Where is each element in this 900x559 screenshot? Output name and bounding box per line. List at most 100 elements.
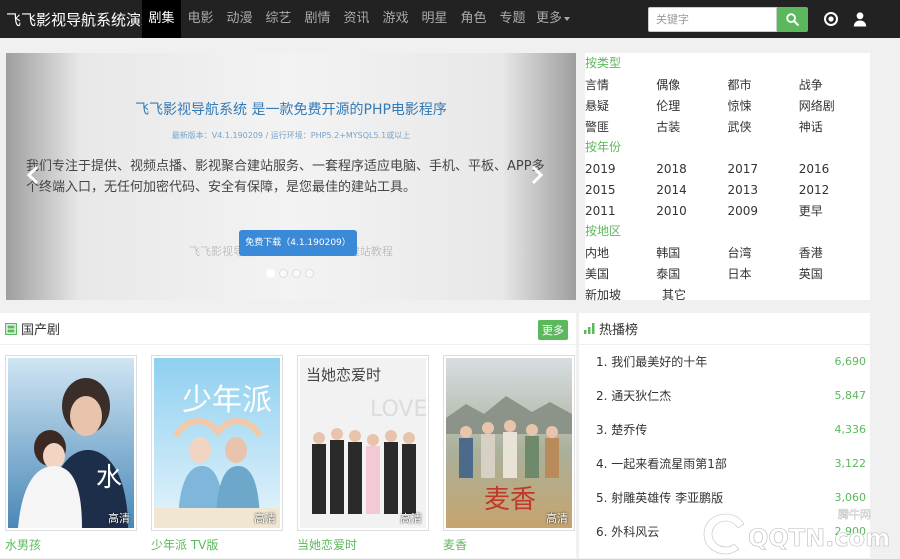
poster-title[interactable]: 麦香	[443, 536, 575, 553]
quality-badge: 高清	[546, 510, 568, 526]
ranking-name[interactable]: 3. 楚乔传	[596, 413, 647, 447]
filter-panel: 按类型 言情偶像都市战争 悬疑伦理惊悚网络剧 警匪古装武侠神话 按年份 2019…	[585, 53, 870, 300]
filter-link[interactable]: 古装	[656, 117, 727, 138]
filter-heading-type: 按类型	[585, 54, 870, 75]
filter-link[interactable]: 日本	[728, 264, 799, 285]
poster-card[interactable]: 当她恋爱时LOVE 高清 当她恋爱时	[297, 355, 429, 553]
svg-text:LOVE: LOVE	[370, 397, 426, 422]
carousel-dot[interactable]	[305, 269, 314, 278]
filter-link[interactable]: 悬疑	[585, 96, 656, 117]
nav-item-more[interactable]: 更多	[532, 0, 574, 38]
filter-link[interactable]: 其它	[662, 285, 739, 306]
filter-link[interactable]: 韩国	[656, 243, 727, 264]
ranking-item[interactable]: 2. 通天狄仁杰 5,847	[579, 379, 870, 413]
carousel-dot[interactable]	[292, 269, 301, 278]
filter-link[interactable]: 伦理	[656, 96, 727, 117]
filter-link[interactable]: 2011	[585, 201, 656, 222]
nav-item-star[interactable]: 明星	[415, 0, 454, 38]
filter-link[interactable]: 战争	[799, 75, 870, 96]
poster-frame: 当她恋爱时LOVE 高清	[297, 355, 429, 531]
ranking-hits: 5,847	[835, 379, 867, 413]
filter-link[interactable]: 都市	[728, 75, 799, 96]
filter-link[interactable]: 香港	[799, 243, 870, 264]
main-nav: 剧集 电影 动漫 综艺 剧情 资讯 游戏 明星 角色 专题 更多	[142, 0, 574, 38]
filter-link[interactable]: 偶像	[656, 75, 727, 96]
nav-item-variety[interactable]: 综艺	[259, 0, 298, 38]
filter-link[interactable]: 台湾	[728, 243, 799, 264]
download-button[interactable]: 免费下载（4.1.190209）	[239, 230, 357, 256]
nav-item-role[interactable]: 角色	[454, 0, 493, 38]
site-logo[interactable]: 飞飞影视导航系统演示	[0, 9, 142, 30]
poster-card[interactable]: 麦香 高清 麦香	[443, 355, 575, 553]
poster-card[interactable]: 水 高清 水男孩	[5, 355, 137, 553]
filter-link[interactable]: 武侠	[728, 117, 799, 138]
filter-link[interactable]: 泰国	[656, 264, 727, 285]
svg-text:麦香: 麦香	[484, 485, 536, 515]
poster-card[interactable]: 少年派 高清 少年派 TV版	[151, 355, 283, 553]
filter-link[interactable]: 2009	[728, 201, 799, 222]
filter-link[interactable]: 2016	[799, 159, 870, 180]
banner-title: 飞飞影视导航系统 是一款免费开源的PHP电影程序	[6, 99, 576, 119]
nav-item-news[interactable]: 资讯	[337, 0, 376, 38]
filter-link[interactable]: 惊悚	[728, 96, 799, 117]
search-input[interactable]	[648, 7, 777, 32]
carousel-next-button[interactable]	[530, 165, 544, 185]
filter-row: 内地韩国台湾香港	[585, 243, 870, 264]
filter-link[interactable]: 2015	[585, 180, 656, 201]
filter-link[interactable]: 美国	[585, 264, 656, 285]
history-icon[interactable]	[823, 11, 839, 27]
filter-link[interactable]: 神话	[799, 117, 870, 138]
ranking-name[interactable]: 2. 通天狄仁杰	[596, 379, 671, 413]
filter-link[interactable]: 2012	[799, 180, 870, 201]
filter-link[interactable]: 言情	[585, 75, 656, 96]
ranking-name[interactable]: 4. 一起来看流星雨第1部	[596, 447, 727, 481]
carousel-dot[interactable]	[279, 269, 288, 278]
poster-frame: 少年派 高清	[151, 355, 283, 531]
ranking-title: 热播榜	[599, 319, 638, 338]
watermark-cn: 腾牛网	[838, 507, 871, 521]
filter-row: 美国泰国日本英国	[585, 264, 870, 285]
ranking-name[interactable]: 1. 我们最美好的十年	[596, 345, 707, 379]
ranking-item[interactable]: 1. 我们最美好的十年 6,690	[579, 345, 870, 379]
carousel-dot[interactable]	[266, 269, 275, 278]
banner-version: 最新版本：V4.1.190209 / 运行环境：PHP5.2+MYSQL5.1或…	[6, 130, 576, 141]
search-form	[648, 7, 808, 32]
filter-link[interactable]: 2010	[656, 201, 727, 222]
nav-more-label: 更多	[536, 11, 562, 26]
ranking-name[interactable]: 6. 外科风云	[596, 515, 659, 549]
nav-item-anime[interactable]: 动漫	[220, 0, 259, 38]
poster-title[interactable]: 少年派 TV版	[151, 536, 283, 553]
nav-item-series[interactable]: 剧集	[142, 0, 181, 38]
nav-item-plot[interactable]: 剧情	[298, 0, 337, 38]
filter-link[interactable]: 2018	[656, 159, 727, 180]
banner-description: 我们专注于提供、视频点播、影视聚合建站服务、一套程序适应电脑、手机、平板、APP…	[26, 156, 556, 198]
search-button[interactable]	[777, 7, 808, 32]
nav-item-game[interactable]: 游戏	[376, 0, 415, 38]
filter-link[interactable]: 更早	[799, 201, 870, 222]
ranking-item[interactable]: 4. 一起来看流星雨第1部 3,122	[579, 447, 870, 481]
filter-link[interactable]: 网络剧	[799, 96, 870, 117]
ranking-hits: 3,122	[835, 447, 867, 481]
series-section: 国产剧 更多 水 高清 水男孩 少年派 高清 少年派 TV版	[0, 313, 576, 558]
watermark-logo: QQTN.com 腾牛网	[690, 504, 890, 556]
filter-link[interactable]: 2013	[728, 180, 799, 201]
nav-item-special[interactable]: 专题	[493, 0, 532, 38]
carousel-prev-button[interactable]	[26, 165, 40, 185]
more-button[interactable]: 更多	[538, 320, 568, 340]
search-icon	[786, 13, 799, 26]
filter-link[interactable]: 警匪	[585, 117, 656, 138]
filter-link[interactable]: 新加坡	[585, 285, 662, 306]
poster-title[interactable]: 水男孩	[5, 536, 137, 553]
ranking-item[interactable]: 3. 楚乔传4,336	[579, 413, 870, 447]
filter-link[interactable]: 英国	[799, 264, 870, 285]
filter-row: 2019201820172016	[585, 159, 870, 180]
filter-link[interactable]: 2019	[585, 159, 656, 180]
ranking-hits: 6,690	[835, 345, 867, 379]
user-icon[interactable]	[852, 11, 868, 27]
signal-icon	[584, 323, 595, 334]
filter-link[interactable]: 2014	[656, 180, 727, 201]
poster-title[interactable]: 当她恋爱时	[297, 536, 429, 553]
filter-link[interactable]: 内地	[585, 243, 656, 264]
nav-item-movie[interactable]: 电影	[181, 0, 220, 38]
filter-link[interactable]: 2017	[728, 159, 799, 180]
